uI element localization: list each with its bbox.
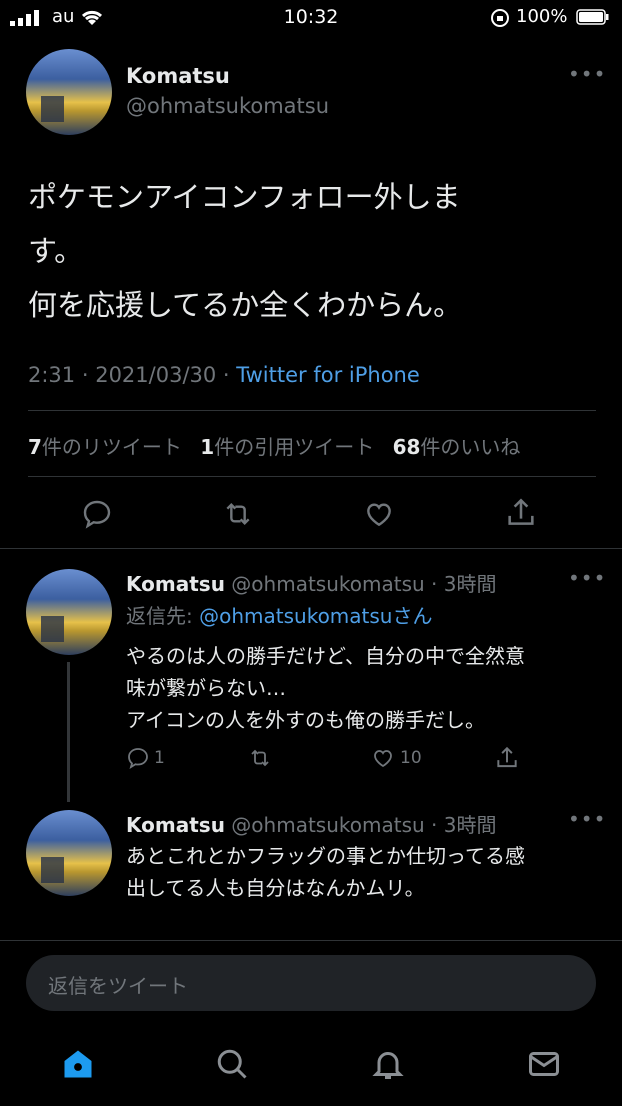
avatar[interactable] bbox=[26, 49, 112, 135]
quote-label: 件の引用ツイート bbox=[214, 435, 375, 459]
tweet-source[interactable]: Twitter for iPhone bbox=[236, 363, 420, 387]
retweet-stat[interactable]: 7件のリツイート bbox=[28, 435, 182, 459]
reply-input-placeholder: 返信をツイート bbox=[48, 974, 188, 998]
reply-text-line: 味が繋がらない… bbox=[126, 676, 286, 700]
divider bbox=[0, 548, 622, 549]
reply-icon[interactable] bbox=[80, 498, 114, 530]
display-name[interactable]: Komatsu bbox=[126, 64, 230, 88]
tweet-text-line: ポケモンアイコンフォロー外しま bbox=[28, 180, 461, 214]
more-icon[interactable]: ••• bbox=[568, 566, 606, 590]
reply-to-suffix: さん bbox=[392, 604, 433, 628]
retweet-icon[interactable] bbox=[220, 498, 256, 530]
reply-text-line: アイコンの人を外すのも俺の勝手だし。 bbox=[126, 708, 485, 732]
reply-icon bbox=[128, 748, 148, 769]
display-name[interactable]: Komatsu bbox=[126, 572, 225, 596]
reply-like-button[interactable]: 10 bbox=[370, 746, 422, 770]
reply-text-line: やるのは人の勝手だけど、自分の中で全然意 bbox=[126, 644, 525, 668]
quote-stat[interactable]: 1件の引用ツイート bbox=[200, 435, 374, 459]
share-icon[interactable] bbox=[494, 744, 520, 772]
status-bar: au 10:32 100% bbox=[0, 0, 622, 34]
mail-icon[interactable] bbox=[526, 1046, 562, 1082]
reply-text-line: 出してる人も自分はなんかムリ。 bbox=[126, 876, 425, 900]
reply-reply-button[interactable]: 1 bbox=[126, 746, 165, 770]
reply-header: Komatsu @ohmatsukomatsu · 3時間 bbox=[126, 572, 497, 596]
quote-count: 1 bbox=[200, 435, 215, 459]
share-icon[interactable] bbox=[504, 496, 538, 530]
tweet-text-line: す。 bbox=[28, 234, 84, 268]
handle[interactable]: @ohmatsukomatsu bbox=[231, 813, 424, 837]
reply-text: あとこれとかフラッグの事とか仕切ってる感 出してる人も自分はなんかムリ。 bbox=[126, 840, 525, 904]
time-ago[interactable]: 3時間 bbox=[444, 572, 497, 596]
reply-text: やるのは人の勝手だけど、自分の中で全然意 味が繋がらない… アイコンの人を外すの… bbox=[126, 640, 525, 736]
tweet-date: 2021/03/30 bbox=[95, 363, 217, 387]
reply-count: 1 bbox=[154, 748, 165, 768]
like-count: 10 bbox=[400, 748, 422, 768]
battery-icon bbox=[576, 9, 610, 25]
thread-line bbox=[67, 662, 70, 802]
display-name[interactable]: Komatsu bbox=[126, 813, 225, 837]
retweet-icon[interactable] bbox=[246, 746, 274, 770]
tweet-meta: 2:31 · 2021/03/30 · Twitter for iPhone bbox=[28, 363, 420, 387]
reply-input[interactable]: 返信をツイート bbox=[26, 955, 596, 1011]
tweet-time: 2:31 bbox=[28, 363, 76, 387]
engagement-stats: 7件のリツイート 1件の引用ツイート 68件のいいね bbox=[28, 431, 520, 460]
orientation-lock-icon bbox=[490, 8, 510, 28]
battery-percent: 100% bbox=[516, 6, 568, 27]
search-icon[interactable] bbox=[214, 1046, 250, 1082]
reply-header: Komatsu @ohmatsukomatsu · 3時間 bbox=[126, 813, 497, 837]
compose-bar: 返信をツイート bbox=[0, 940, 622, 1029]
handle[interactable]: @ohmatsukomatsu bbox=[126, 94, 329, 118]
more-icon[interactable]: ••• bbox=[568, 807, 606, 831]
reply-to: 返信先: @ohmatsukomatsuさん bbox=[126, 600, 432, 629]
bell-icon[interactable] bbox=[370, 1046, 406, 1082]
avatar[interactable] bbox=[26, 569, 112, 655]
home-icon[interactable] bbox=[60, 1046, 96, 1082]
reply-text-line: あとこれとかフラッグの事とか仕切ってる感 bbox=[126, 844, 525, 868]
avatar[interactable] bbox=[26, 810, 112, 896]
tab-bar bbox=[0, 1030, 622, 1106]
reply-to-prefix: 返信先: bbox=[126, 604, 200, 628]
more-icon[interactable]: ••• bbox=[568, 62, 606, 86]
reply-to-handle[interactable]: @ohmatsukomatsu bbox=[199, 604, 392, 628]
tweet-text: ポケモンアイコンフォロー外しま す。 何を応援してるか全くわからん。 bbox=[28, 170, 462, 332]
divider bbox=[28, 476, 596, 477]
like-count: 68 bbox=[392, 435, 421, 459]
like-label: 件のいいね bbox=[420, 435, 521, 459]
time-ago[interactable]: 3時間 bbox=[444, 813, 497, 837]
like-icon bbox=[374, 750, 392, 768]
like-stat[interactable]: 68件のいいね bbox=[393, 435, 521, 459]
retweet-label: 件のリツイート bbox=[41, 435, 182, 459]
handle[interactable]: @ohmatsukomatsu bbox=[231, 572, 424, 596]
like-icon[interactable] bbox=[362, 498, 396, 530]
retweet-count: 7 bbox=[28, 435, 42, 459]
tweet-text-line: 何を応援してるか全くわからん。 bbox=[28, 288, 463, 322]
divider bbox=[28, 410, 596, 411]
